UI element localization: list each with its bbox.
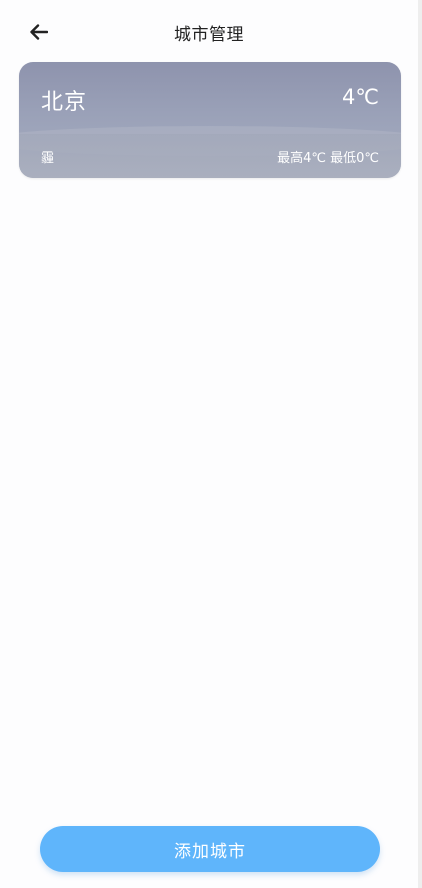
city-temperature: 4℃: [342, 85, 379, 109]
city-high-temp: 最高4℃: [277, 151, 326, 166]
top-bar: 城市管理: [0, 0, 418, 62]
city-name: 北京: [41, 90, 88, 115]
add-city-button[interactable]: 添加城市: [40, 826, 380, 872]
city-low-temp: 最低0℃: [330, 151, 379, 166]
city-weather-condition: 霾: [41, 151, 55, 166]
city-temperature-range: 最高4℃ 最低0℃: [277, 147, 379, 166]
page-title: 城市管理: [174, 25, 244, 45]
screen-edge-divider: [418, 0, 422, 888]
city-card[interactable]: 北京 4℃ 霾 最高4℃ 最低0℃: [19, 62, 401, 178]
city-management-screen: 城市管理 北京 4℃ 霾 最高4℃ 最低0℃ 添加城市: [0, 0, 422, 888]
